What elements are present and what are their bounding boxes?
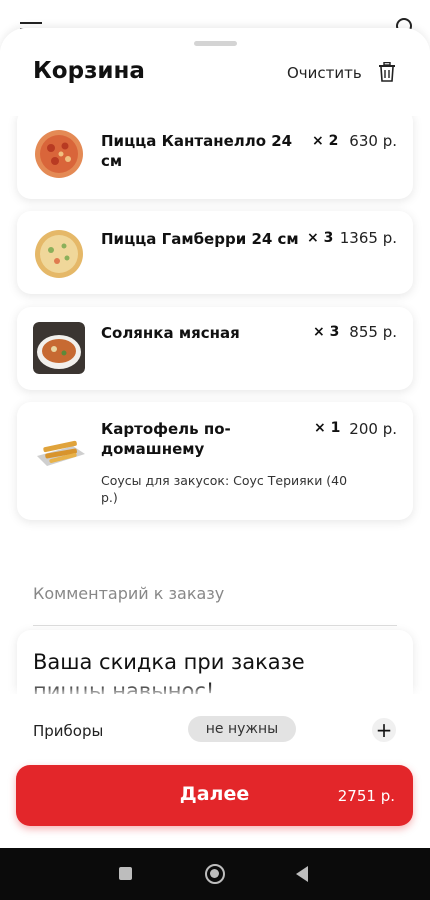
clear-cart-button[interactable]: Очистить [287, 64, 362, 82]
cart-item[interactable]: Солянка мясная × 3 855 р. [17, 307, 413, 390]
system-nav-bar [0, 848, 430, 900]
item-quantity: × 2 [312, 133, 339, 149]
item-name: Картофель по-домашнему [101, 420, 231, 458]
cutlery-label: Приборы [33, 722, 104, 740]
item-quantity: × 1 [314, 420, 341, 436]
back-icon[interactable] [296, 866, 308, 882]
trash-icon[interactable] [378, 62, 396, 82]
cart-item[interactable]: Пицца Кантанелло 24 см × 2 630 р. [17, 108, 413, 199]
cutlery-chip[interactable]: не нужны [188, 716, 296, 742]
item-options: Соусы для закусок: Соус Терияки (40 р.) [101, 473, 348, 505]
potato-image [33, 420, 89, 472]
cart-footer: Приборы не нужны + Далее 2751 р. [0, 694, 430, 848]
item-name: Пицца Гамберри 24 см [101, 230, 299, 248]
cart-sheet: Корзина Очистить Пицца Кантанелло 24 см … [0, 28, 430, 848]
recents-icon[interactable] [119, 867, 132, 880]
pizza-image [35, 230, 83, 278]
home-icon[interactable] [205, 864, 225, 884]
item-price: 1365 р. [339, 229, 397, 247]
soup-image [33, 322, 85, 374]
page-title: Корзина [33, 58, 145, 84]
item-name: Солянка мясная [101, 324, 240, 342]
pizza-image [35, 130, 83, 178]
cart-item[interactable]: Пицца Гамберри 24 см × 3 1365 р. [17, 211, 413, 294]
item-name: Пицца Кантанелло 24 см [101, 132, 293, 170]
item-quantity: × 3 [313, 324, 340, 340]
cart-list[interactable]: Пицца Кантанелло 24 см × 2 630 р. Пицца … [0, 108, 430, 750]
sheet-grabber[interactable] [194, 41, 237, 46]
order-total: 2751 р. [337, 787, 395, 805]
item-quantity: × 3 [307, 230, 334, 246]
order-comment-input[interactable]: Комментарий к заказу [33, 580, 397, 626]
plus-icon[interactable]: + [372, 718, 396, 742]
item-price: 200 р. [349, 420, 397, 438]
next-button[interactable]: Далее 2751 р. [16, 765, 413, 826]
item-price: 630 р. [349, 132, 397, 150]
item-price: 855 р. [349, 323, 397, 341]
cart-item[interactable]: Картофель по-домашнему × 1 200 р. Соусы … [17, 402, 413, 520]
